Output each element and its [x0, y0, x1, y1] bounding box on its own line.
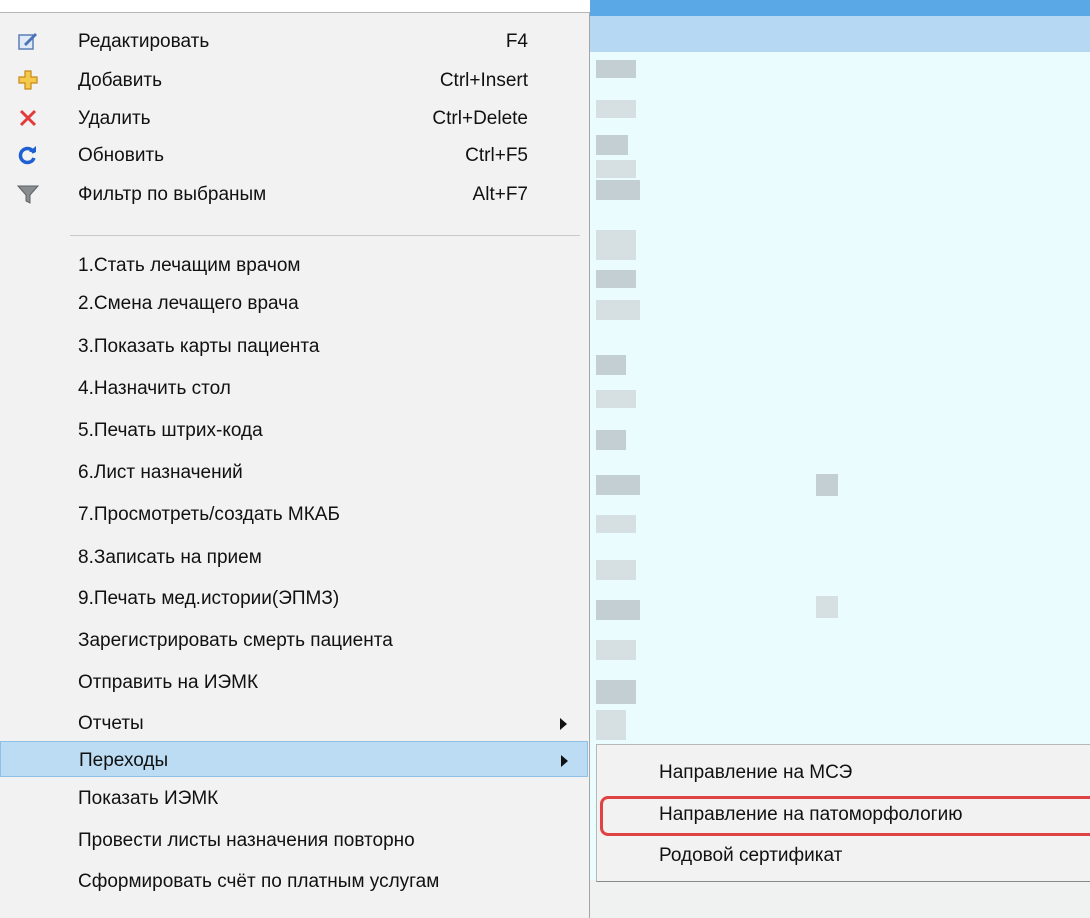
submenu-arrow-icon	[561, 755, 568, 767]
menu-item-reports[interactable]: Отчеты	[0, 705, 588, 741]
menu-item-send-iemk[interactable]: Отправить на ИЭМК	[0, 664, 588, 700]
menu-item-transitions[interactable]: Переходы	[0, 741, 588, 777]
menu-item-paid-invoice[interactable]: Сформировать счёт по платным услугам	[0, 863, 588, 899]
filter-icon	[16, 182, 40, 206]
menu-item-filter[interactable]: Фильтр по выбраным Alt+F7	[0, 176, 588, 212]
menu-item-delete[interactable]: Удалить Ctrl+Delete	[0, 100, 588, 136]
menu-item-become-doctor[interactable]: 1.Стать лечащим врачом	[0, 247, 588, 283]
menu-item-assign-table[interactable]: 4.Назначить стол	[0, 370, 588, 406]
menu-item-rerun-prescriptions[interactable]: Провести листы назначения повторно	[0, 822, 588, 858]
menu-item-register-death[interactable]: Зарегистрировать смерть пациента	[0, 622, 588, 658]
delete-icon	[16, 106, 40, 130]
submenu-arrow-icon	[560, 718, 567, 730]
table-footer	[590, 880, 1090, 918]
menu-item-change-doctor[interactable]: 2.Смена лечащего врача	[0, 285, 588, 321]
table-header	[590, 0, 1090, 16]
edit-icon	[16, 29, 40, 53]
add-icon	[16, 68, 40, 92]
annotation-highlight-box	[600, 796, 1090, 836]
menu-item-mkab[interactable]: 7.Просмотреть/создать МКАБ	[0, 496, 588, 532]
refresh-icon	[16, 143, 40, 167]
table-selected-row	[590, 16, 1090, 52]
menu-item-patient-cards[interactable]: 3.Показать карты пациента	[0, 328, 588, 364]
menu-separator	[70, 235, 580, 236]
menu-item-refresh[interactable]: Обновить Ctrl+F5	[0, 137, 588, 173]
submenu-item-birth-certificate[interactable]: Родовой сертификат	[597, 838, 1090, 874]
menu-item-appointment[interactable]: 8.Записать на прием	[0, 539, 588, 575]
menu-item-prescriptions[interactable]: 6.Лист назначений	[0, 454, 588, 490]
menu-item-show-iemk[interactable]: Показать ИЭМК	[0, 780, 588, 816]
submenu-item-mse[interactable]: Направление на МСЭ	[597, 755, 1090, 791]
menu-item-add[interactable]: Добавить Ctrl+Insert	[0, 62, 588, 98]
menu-item-edit[interactable]: Редактировать F4	[0, 23, 588, 59]
menu-item-print-history[interactable]: 9.Печать мед.истории(ЭПМЗ)	[0, 580, 588, 616]
context-menu: Редактировать F4 Добавить Ctrl+Insert Уд…	[0, 12, 590, 918]
menu-item-print-barcode[interactable]: 5.Печать штрих-кода	[0, 412, 588, 448]
